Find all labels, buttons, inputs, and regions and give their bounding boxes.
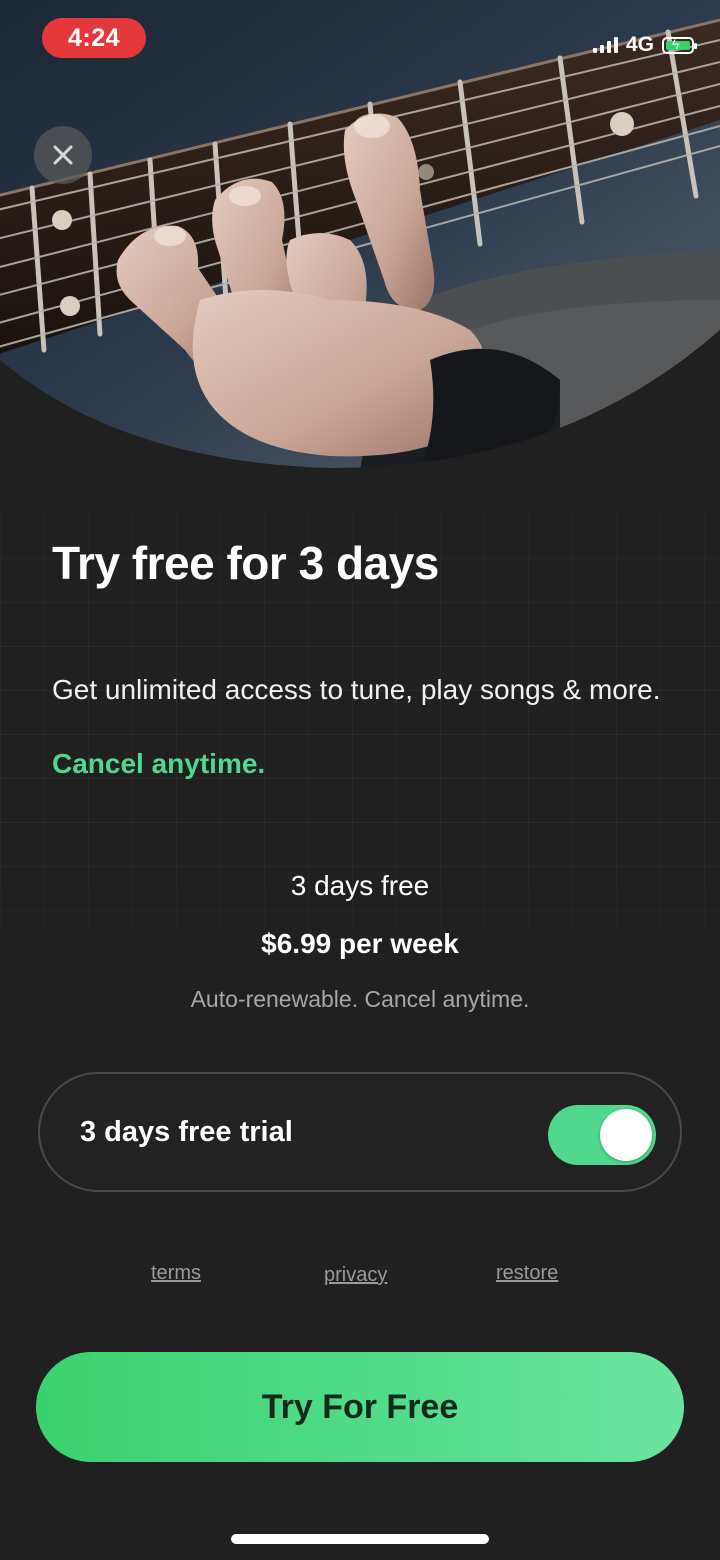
home-indicator — [231, 1534, 489, 1544]
close-button[interactable] — [34, 126, 92, 184]
paywall-screen: 4:24 4G ϟ Try free for 3 days Get unlimi… — [0, 0, 720, 1560]
free-trial-toggle[interactable] — [548, 1105, 656, 1165]
status-icons: 4G ϟ — [592, 30, 697, 60]
terms-link[interactable]: terms — [151, 1262, 201, 1285]
free-trial-label: 3 days free trial — [80, 1116, 293, 1148]
free-trial-card: 3 days free trial — [38, 1072, 682, 1192]
close-icon — [53, 145, 73, 165]
battery-charging-icon: ϟ — [662, 36, 697, 54]
network-type: 4G — [625, 33, 654, 56]
cancel-anytime-text: Cancel anytime. — [52, 748, 266, 779]
page-title: Try free for 3 days — [52, 537, 439, 589]
trial-days-text: 3 days free — [290, 870, 430, 901]
renewal-note: Auto-renewable. Cancel anytime. — [190, 986, 530, 1012]
toggle-knob — [600, 1109, 652, 1161]
privacy-link[interactable]: privacy — [324, 1264, 387, 1287]
try-for-free-button[interactable]: Try For Free — [36, 1352, 684, 1462]
restore-link[interactable]: restore — [496, 1262, 558, 1285]
cellular-signal-icon — [592, 37, 618, 53]
price-text: $6.99 per week — [261, 928, 459, 959]
status-time: 4:24 — [42, 18, 146, 58]
subtitle: Get unlimited access to tune, play songs… — [52, 674, 661, 705]
hero-image — [0, 0, 720, 470]
